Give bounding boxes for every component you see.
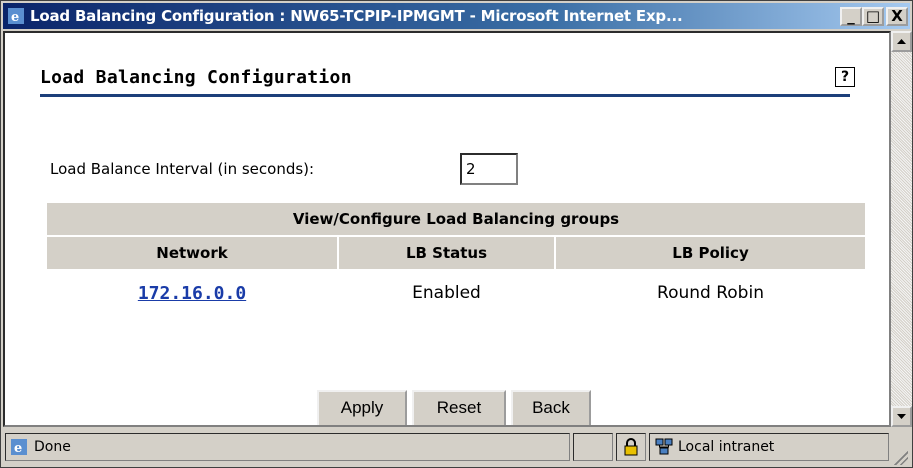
intranet-icon xyxy=(655,438,673,455)
svg-text:e: e xyxy=(11,10,19,24)
table-row: 172.16.0.0 Enabled Round Robin xyxy=(47,271,865,315)
maximize-button[interactable]: □ xyxy=(862,7,884,26)
help-button[interactable]: ? xyxy=(835,67,855,87)
window-title: Load Balancing Configuration : NW65-TCPI… xyxy=(30,7,683,25)
interval-label: Load Balance Interval (in seconds): xyxy=(50,160,315,178)
col-network: Network xyxy=(47,237,337,269)
status-pane-main: e Done xyxy=(5,433,570,461)
scroll-up-button[interactable] xyxy=(891,31,912,52)
arrow-down-icon xyxy=(897,414,906,419)
zone-text: Local intranet xyxy=(678,439,775,455)
ie-icon: e xyxy=(11,439,27,455)
interval-input[interactable] xyxy=(460,153,518,185)
help-icon: ? xyxy=(840,69,850,85)
arrow-up-icon xyxy=(897,39,906,44)
resize-grip[interactable] xyxy=(894,451,908,465)
status-pane-blank xyxy=(573,433,613,461)
table-caption: View/Configure Load Balancing groups xyxy=(47,203,865,235)
apply-button[interactable]: Apply xyxy=(317,390,407,425)
page-content: Load Balancing Configuration ? Load Bala… xyxy=(3,31,891,427)
title-underline xyxy=(40,94,850,97)
page-title: Load Balancing Configuration xyxy=(40,67,352,88)
vertical-scrollbar[interactable] xyxy=(891,31,912,427)
svg-text:e: e xyxy=(14,441,22,455)
col-lb-status: LB Status xyxy=(339,237,554,269)
ie-icon: e xyxy=(8,8,24,24)
status-pane-security xyxy=(616,433,646,461)
close-button[interactable]: X xyxy=(886,7,908,26)
back-button[interactable]: Back xyxy=(511,390,591,425)
browser-window: e Load Balancing Configuration : NW65-TC… xyxy=(0,0,913,468)
lock-icon xyxy=(624,438,638,456)
status-text: Done xyxy=(34,439,71,455)
lb-policy-cell: Round Robin xyxy=(657,283,764,303)
title-bar[interactable]: e Load Balancing Configuration : NW65-TC… xyxy=(3,3,910,29)
status-pane-zone: Local intranet xyxy=(649,433,889,461)
col-lb-policy: LB Policy xyxy=(556,237,865,269)
status-bar: e Done Local intranet xyxy=(3,429,910,467)
lb-groups-table: View/Configure Load Balancing groups Net… xyxy=(45,201,867,317)
lb-status-cell: Enabled xyxy=(412,283,481,303)
reset-button[interactable]: Reset xyxy=(412,390,506,425)
scroll-down-button[interactable] xyxy=(891,406,912,427)
network-link[interactable]: 172.16.0.0 xyxy=(138,283,246,304)
minimize-button[interactable]: _ xyxy=(840,7,862,26)
